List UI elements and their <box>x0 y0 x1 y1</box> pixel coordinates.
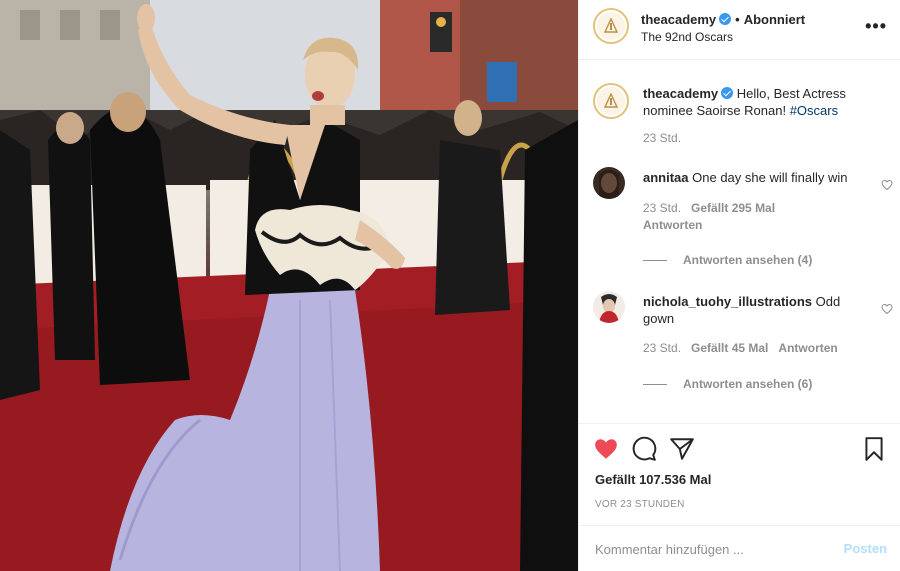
comment-meta: 23 Std. Gefällt 45 Mal Antworten <box>643 341 848 355</box>
comment-icon[interactable] <box>631 436 657 462</box>
post-image[interactable] <box>0 0 578 571</box>
replies-divider <box>643 260 667 262</box>
oscar-statuette-icon <box>597 87 625 115</box>
comment-likes[interactable]: Gefällt 45 Mal <box>691 341 768 355</box>
follow-status-button[interactable]: Abonniert <box>744 12 805 27</box>
comment-like-heart-icon[interactable] <box>881 303 893 315</box>
caption-author[interactable]: theacademy <box>643 86 718 101</box>
oscar-statuette-icon <box>597 12 625 40</box>
caption-author-avatar[interactable] <box>593 83 629 119</box>
comment-item: annitaa One day she will finally win 23 … <box>593 167 893 277</box>
post-actions: Gefällt 107.536 Mal vor 23 Stunden <box>579 423 900 531</box>
bookmark-icon[interactable] <box>861 436 887 462</box>
caption-time[interactable]: 23 Std. <box>643 131 681 145</box>
commenter-avatar[interactable] <box>593 167 625 199</box>
post-author-line: theacademy • Abonniert <box>641 12 805 27</box>
view-replies-label: Antworten ansehen (4) <box>683 253 813 267</box>
instagram-post: theacademy • Abonniert The 92nd Oscars •••… <box>0 0 900 571</box>
post-header: theacademy • Abonniert The 92nd Oscars ••• <box>579 0 900 60</box>
like-count[interactable]: Gefällt 107.536 Mal <box>595 472 711 487</box>
verified-badge-icon <box>719 13 732 25</box>
comment-like-heart-icon[interactable] <box>881 179 893 191</box>
separator-dot: • <box>735 12 740 27</box>
commenter-avatar[interactable] <box>593 291 625 323</box>
author-avatar[interactable] <box>593 8 629 44</box>
view-replies-button[interactable]: Antworten ansehen (6) <box>643 377 812 391</box>
comment-input[interactable] <box>595 538 825 560</box>
caption: theacademy Hello, Best Actress nominee S… <box>593 83 893 153</box>
reply-button[interactable]: Antworten <box>778 341 837 355</box>
post-sidebar: theacademy • Abonniert The 92nd Oscars •••… <box>578 0 900 571</box>
comment-likes[interactable]: Gefällt 295 Mal <box>691 201 775 215</box>
comment-time[interactable]: 23 Std. <box>643 341 681 355</box>
heart-icon[interactable] <box>593 436 619 462</box>
reply-button[interactable]: Antworten <box>643 218 702 232</box>
post-author-username[interactable]: theacademy <box>641 12 716 27</box>
caption-text: theacademy Hello, Best Actress nominee S… <box>643 85 869 119</box>
post-comment-button[interactable]: Posten <box>844 541 887 556</box>
replies-divider <box>643 384 667 386</box>
post-photo-illustration <box>0 0 578 571</box>
comments-list[interactable]: theacademy Hello, Best Actress nominee S… <box>579 61 900 423</box>
add-comment-bar: Posten <box>579 525 900 571</box>
verified-badge-icon <box>721 87 734 99</box>
share-icon[interactable] <box>669 436 695 462</box>
comment-reply-row: Antworten <box>643 218 712 232</box>
comment-item: nichola_tuohy_illustrations Odd gown 23 … <box>593 291 893 401</box>
comment-text: nichola_tuohy_illustrations Odd gown <box>643 293 869 327</box>
post-location[interactable]: The 92nd Oscars <box>641 30 733 44</box>
caption-meta: 23 Std. <box>643 131 691 145</box>
post-timestamp[interactable]: vor 23 Stunden <box>595 499 685 510</box>
view-replies-label: Antworten ansehen (6) <box>683 377 813 391</box>
comment-text: annitaa One day she will finally win <box>643 169 869 186</box>
comment-author[interactable]: nichola_tuohy_illustrations <box>643 294 812 309</box>
comment-time[interactable]: 23 Std. <box>643 201 681 215</box>
more-options-icon[interactable]: ••• <box>865 16 887 37</box>
view-replies-button[interactable]: Antworten ansehen (4) <box>643 253 812 267</box>
comment-meta: 23 Std. Gefällt 295 Mal <box>643 201 785 215</box>
comment-author[interactable]: annitaa <box>643 170 689 185</box>
hashtag-link[interactable]: #Oscars <box>790 103 838 118</box>
comment-body: One day she will finally win <box>692 170 848 185</box>
